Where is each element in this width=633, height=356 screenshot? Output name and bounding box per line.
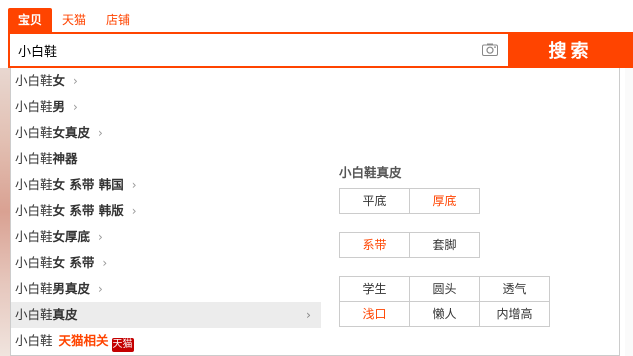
tab-shop[interactable]: 店铺 [96, 8, 140, 32]
suggestion-dropdown: 小白鞋女 › 小白鞋男 › 小白鞋女真皮 › 小白鞋神器 小白鞋女 系带 韩国 › 小白鞋女 系带… [10, 68, 620, 356]
suggestion-item[interactable]: 小白鞋女真皮 › [11, 120, 321, 146]
chevron-right-icon: › [98, 282, 103, 296]
search-input[interactable] [10, 34, 478, 66]
attribute-panel-title: 小白鞋真皮 [339, 165, 402, 180]
attribute-group-misc: 学生 圆头 透气 浅口 懒人 内增高 [339, 276, 550, 327]
suggestion-item[interactable]: 小白鞋女 › [11, 68, 321, 94]
tmall-related-label: 天猫相关 [58, 333, 109, 348]
suggestion-query: 小白鞋 [15, 203, 53, 218]
attribute-lazy[interactable]: 懒人 [410, 302, 480, 327]
suggestion-query: 小白鞋 [15, 307, 53, 322]
suggestion-completion: 女 系带 [52, 255, 95, 270]
attribute-lace-up[interactable]: 系带 [340, 233, 410, 258]
camera-icon[interactable] [482, 43, 498, 56]
tmall-icon: 天猫 [111, 338, 134, 352]
chevron-right-icon: › [98, 126, 103, 140]
tab-tmall[interactable]: 天猫 [52, 8, 96, 32]
suggestion-completion: 神器 [52, 151, 78, 166]
chevron-right-icon: › [131, 178, 137, 192]
suggestion-item[interactable]: 小白鞋 天猫相关 天猫 [11, 328, 321, 354]
suggestion-query: 小白鞋 [15, 333, 53, 348]
suggestion-list: 小白鞋女 › 小白鞋男 › 小白鞋女真皮 › 小白鞋神器 小白鞋女 系带 韩国 › 小白鞋女 系带… [11, 68, 321, 354]
suggestion-item[interactable]: 小白鞋真皮 › [11, 302, 321, 328]
attribute-shallow[interactable]: 浅口 [340, 302, 410, 327]
suggestion-completion: 女 系带 韩国 [52, 177, 124, 192]
chevron-right-icon: › [98, 230, 103, 244]
attribute-round-toe[interactable]: 圆头 [410, 277, 480, 302]
suggestion-completion: 女 系带 韩版 [52, 203, 124, 218]
suggestion-completion: 真皮 [52, 307, 78, 322]
suggestion-completion: 男真皮 [52, 281, 91, 296]
search-button[interactable]: 搜索 [508, 32, 633, 68]
suggestion-item[interactable]: 小白鞋男 › [11, 94, 321, 120]
chevron-right-icon: › [131, 204, 137, 218]
suggestion-query: 小白鞋 [15, 255, 53, 270]
suggestion-query: 小白鞋 [15, 229, 53, 244]
suggestion-item[interactable]: 小白鞋男真皮 › [11, 276, 321, 302]
chevron-right-icon: › [73, 74, 78, 88]
suggestion-completion: 男 [52, 99, 66, 114]
attribute-student[interactable]: 学生 [340, 277, 410, 302]
attribute-breathable[interactable]: 透气 [480, 277, 550, 302]
search-type-tabs: 宝贝 天猫 店铺 [8, 8, 140, 32]
chevron-right-icon: › [73, 100, 78, 114]
attribute-group-sole: 平底 厚底 [339, 188, 480, 214]
attribute-group-closure: 系带 套脚 [339, 232, 480, 258]
attribute-hidden-heel[interactable]: 内增高 [480, 302, 550, 327]
chevron-right-icon: › [306, 307, 311, 322]
attribute-flat[interactable]: 平底 [340, 189, 410, 214]
background-edge [625, 68, 633, 356]
suggestion-query: 小白鞋 [15, 177, 53, 192]
suggestion-item[interactable]: 小白鞋女 系带 韩版 › [11, 198, 321, 224]
tab-baobei[interactable]: 宝贝 [8, 8, 53, 32]
suggestion-item[interactable]: 小白鞋女厚底 › [11, 224, 321, 250]
suggestion-item[interactable]: 小白鞋女 系带 韩国 › [11, 172, 321, 198]
attribute-slip-on[interactable]: 套脚 [410, 233, 480, 258]
search-box [8, 32, 508, 68]
background-product-image [0, 68, 10, 356]
suggestion-query: 小白鞋 [15, 99, 53, 114]
attribute-panel: 小白鞋真皮 平底 厚底 系带 套脚 学生 圆头 透气 浅口 懒人 内增高 [339, 162, 599, 345]
suggestion-completion: 女 [52, 73, 66, 88]
suggestion-item[interactable]: 小白鞋神器 [11, 146, 321, 172]
suggestion-query: 小白鞋 [15, 151, 53, 166]
attribute-thick-sole[interactable]: 厚底 [410, 189, 480, 214]
suggestion-completion: 女厚底 [52, 229, 91, 244]
suggestion-query: 小白鞋 [15, 281, 53, 296]
suggestion-item[interactable]: 小白鞋女 系带 › [11, 250, 321, 276]
suggestion-query: 小白鞋 [15, 125, 53, 140]
chevron-right-icon: › [102, 256, 108, 270]
suggestion-query: 小白鞋 [15, 73, 53, 88]
suggestion-completion: 女真皮 [52, 125, 91, 140]
